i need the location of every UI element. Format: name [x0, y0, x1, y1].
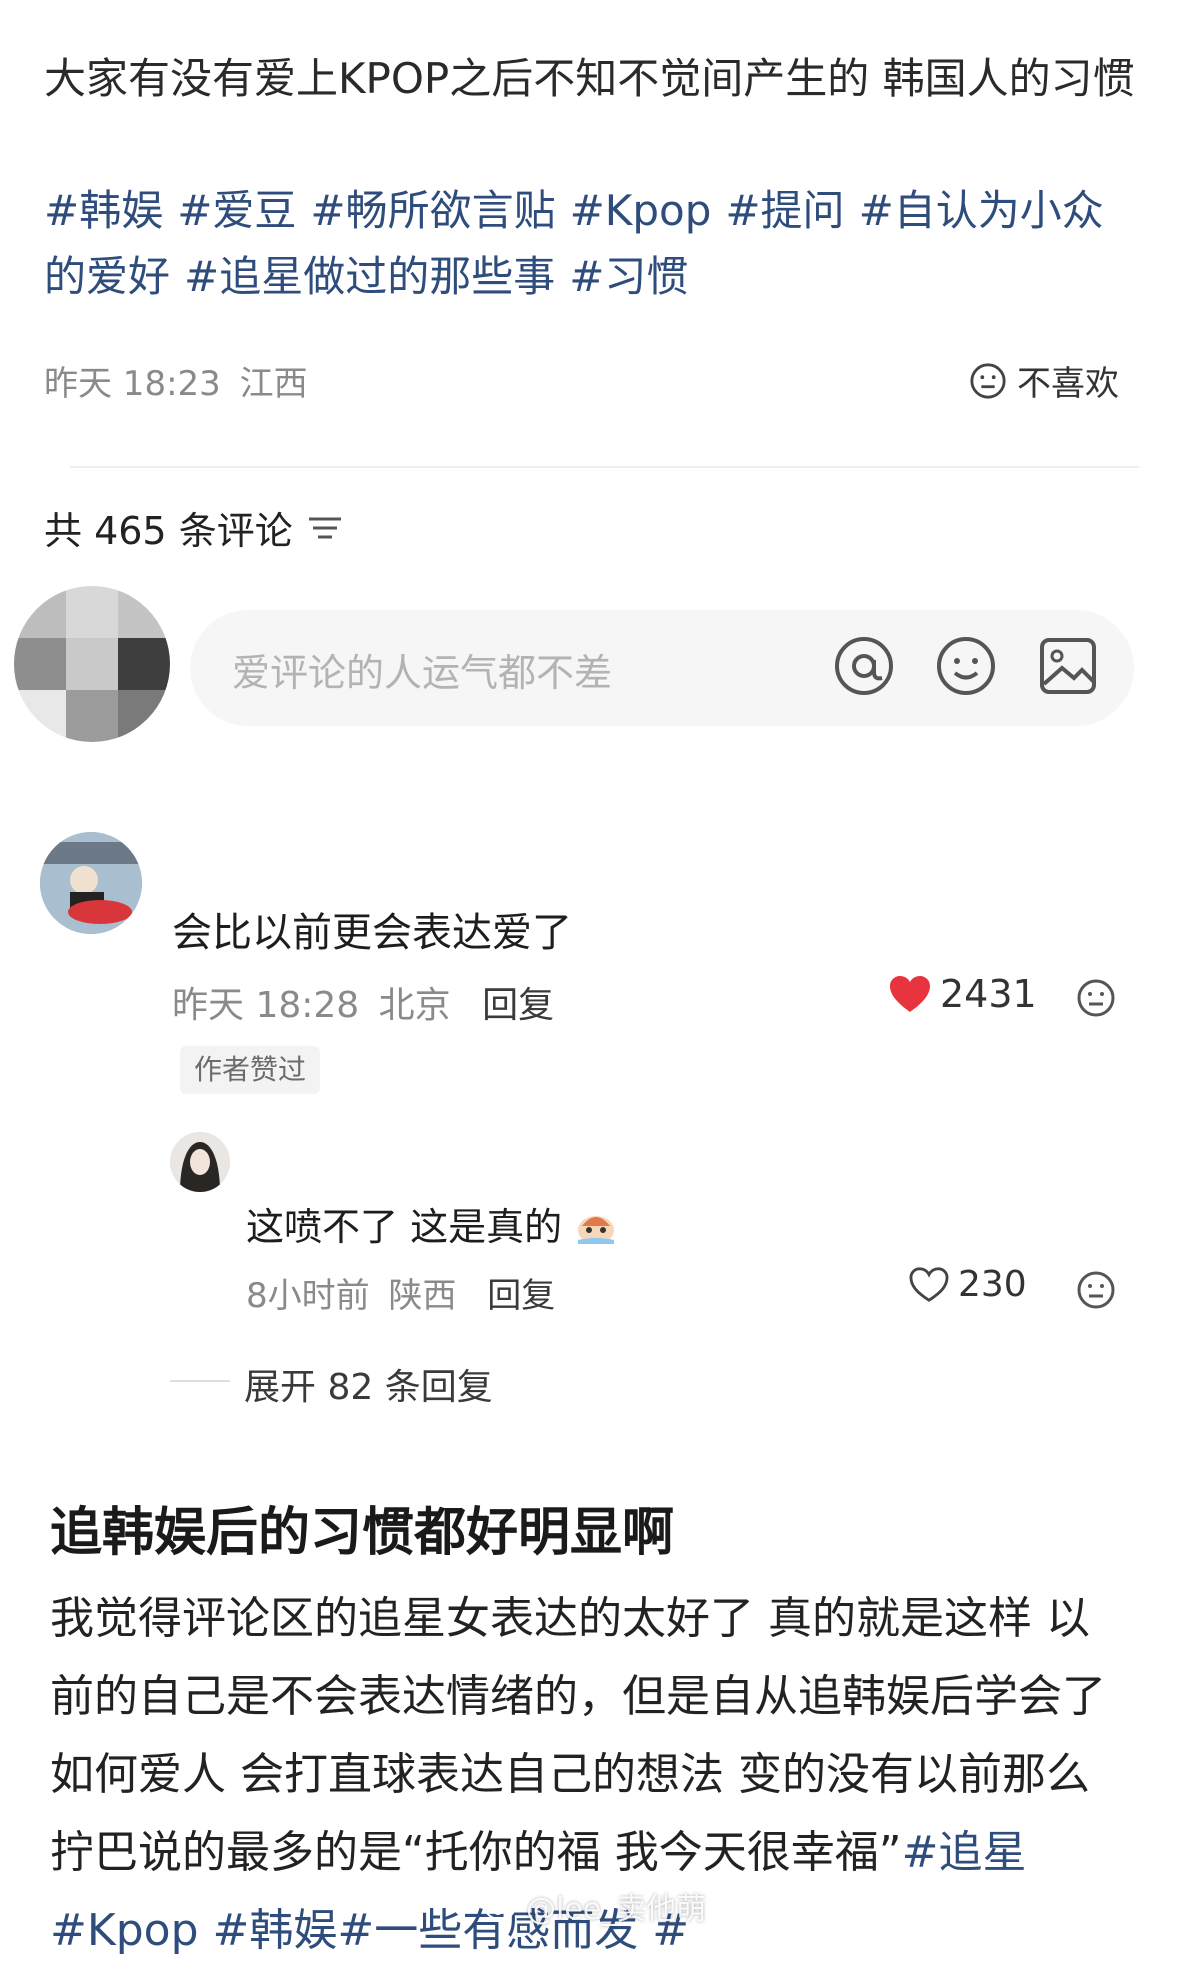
expand-replies-button[interactable]: 展开 82 条回复 — [244, 1358, 493, 1410]
avatar[interactable] — [170, 1132, 230, 1192]
dislike-button[interactable]: 不喜欢 — [969, 356, 1119, 405]
comment-location: 北京 — [378, 985, 451, 1026]
divider — [70, 466, 1139, 468]
author-liked-badge: 作者赞过 — [180, 1046, 320, 1094]
like-count: 230 — [958, 1264, 1027, 1305]
post-time: 昨天 18:23 — [44, 364, 221, 404]
reply-button[interactable]: 回复 — [487, 1276, 555, 1316]
comment-count-header: 共 465 条评论 — [44, 500, 343, 555]
emoji-icon[interactable] — [930, 630, 1002, 702]
post-location: 江西 — [239, 364, 308, 404]
article-headline: 追韩娱后的习惯都好明显啊 — [50, 1503, 675, 1563]
post-title: 大家有没有爱上KPOP之后不知不觉间产生的 韩国人的习惯 — [44, 54, 1135, 103]
comment-time: 8小时前 — [246, 1276, 370, 1316]
tag-link[interactable]: #习惯 — [569, 252, 688, 301]
neutral-face-icon[interactable] — [1076, 1270, 1116, 1310]
at-mention-icon[interactable] — [828, 630, 900, 702]
comment-location: 陕西 — [388, 1276, 457, 1316]
comment-meta: 昨天 18:28 北京 回复 — [172, 976, 554, 1028]
dislike-label: 不喜欢 — [1017, 364, 1119, 404]
tag-link[interactable]: #爱豆 — [177, 186, 296, 235]
post-meta: 昨天 18:23 江西 — [44, 356, 308, 405]
heart-outline-icon — [909, 1266, 949, 1302]
image-icon[interactable] — [1032, 630, 1104, 702]
like-button[interactable]: 2431 — [888, 972, 1037, 1016]
comment-time: 昨天 18:28 — [172, 985, 360, 1026]
comment-text: 会比以前更会表达爱了 — [172, 910, 572, 956]
tag-link[interactable]: #韩娱 — [44, 186, 163, 235]
tag-link[interactable]: #Kpop — [570, 186, 712, 235]
avatar[interactable] — [40, 832, 142, 934]
comment-text: 这喷不了 这是真的 — [246, 1196, 618, 1251]
comment-meta: 8小时前 陕西 回复 — [246, 1268, 555, 1317]
avatar[interactable] — [14, 586, 170, 742]
comment-input-placeholder: 爱评论的人运气都不差 — [232, 651, 613, 695]
watermark: @lee_卖他萌 — [484, 1884, 706, 1928]
sort-icon[interactable] — [307, 513, 343, 543]
crying-emoji-icon — [578, 1216, 615, 1244]
watermark-text: @lee_卖他萌 — [526, 1892, 707, 1927]
like-button[interactable]: 230 — [908, 1264, 1027, 1305]
heart-filled-icon — [890, 976, 930, 1012]
weibo-logo-icon — [485, 1898, 515, 1920]
tag-link[interactable]: #提问 — [725, 186, 844, 235]
neutral-face-icon[interactable] — [1076, 978, 1116, 1018]
tag-link[interactable]: #畅所欲言贴 — [310, 186, 555, 235]
divider — [170, 1380, 230, 1382]
like-count: 2431 — [940, 972, 1037, 1016]
tag-link[interactable]: #追星做过的那些事 — [184, 252, 555, 301]
post-tags: #韩娱 #爱豆 #畅所欲言贴 #Kpop #提问 #自认为小众的爱好 #追星做过的那些事 #习… — [44, 178, 1144, 310]
comment-count: 共 465 条评论 — [44, 509, 293, 553]
neutral-face-icon — [970, 362, 1006, 399]
reply-button[interactable]: 回复 — [482, 985, 554, 1026]
comment-text-content: 这喷不了 这是真的 — [246, 1205, 563, 1249]
